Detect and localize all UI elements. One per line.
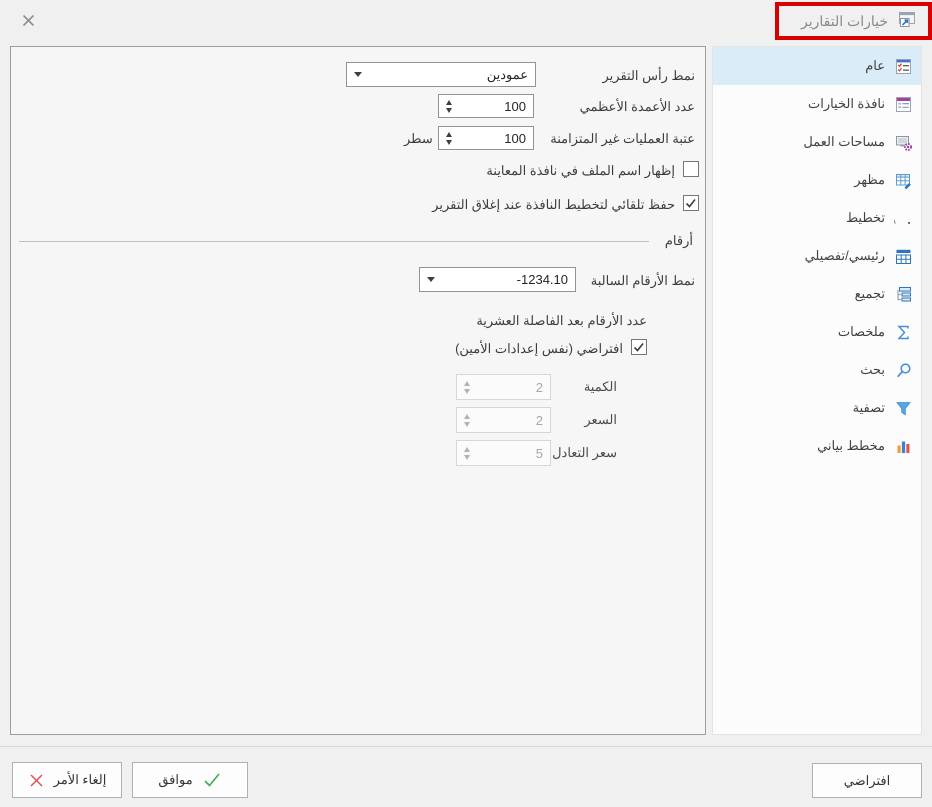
sidebar-item-summaries[interactable]: ملخصات	[713, 313, 921, 351]
numbers-group-line	[19, 241, 649, 242]
async-threshold-suffix: سطر	[404, 131, 433, 147]
report-header-style-value: عمودين	[369, 67, 535, 83]
annotation-highlight: خيارات التقارير	[775, 2, 932, 40]
grouping-icon	[893, 284, 913, 304]
negative-style-combobox[interactable]: -1234.10	[419, 267, 576, 292]
autosave-layout-checkbox[interactable]	[683, 195, 699, 211]
price-label: السعر	[584, 412, 617, 428]
max-columns-spinner[interactable]: 100	[438, 94, 534, 118]
ok-button[interactable]: موافق	[132, 762, 248, 798]
close-button[interactable]	[16, 8, 40, 32]
spinner-arrows-icon	[457, 414, 477, 427]
general-icon	[893, 56, 913, 76]
chart-icon	[893, 436, 913, 456]
quantity-label: الكمية	[584, 379, 617, 395]
breakeven-price-spinner: 5	[456, 440, 551, 466]
breakeven-price-value: 5	[477, 446, 550, 461]
sidebar-item-label: رئيسي/تفصيلي	[805, 248, 885, 264]
filter-icon	[893, 398, 913, 418]
negative-style-label: نمط الأرقام السالبة	[591, 273, 695, 289]
sidebar-item-label: ملخصات	[838, 324, 885, 340]
checkmark-icon	[633, 341, 645, 353]
svg-text:A: A	[894, 210, 897, 226]
quantity-spinner: 2	[456, 374, 551, 400]
chevron-down-icon[interactable]	[347, 72, 369, 77]
show-filename-label[interactable]: إظهار اسم الملف في نافذة المعاينة	[486, 163, 675, 179]
max-columns-value[interactable]: 100	[459, 99, 533, 114]
chevron-down-icon[interactable]	[420, 277, 442, 282]
general-options-panel: نمط رأس التقرير عمودين عدد الأعمدة الأعظ…	[10, 46, 706, 735]
category-sidebar: عام نافذة الخيارات	[712, 46, 922, 735]
report-options-icon	[896, 8, 918, 35]
cancel-button[interactable]: إلغاء الأمر	[12, 762, 122, 798]
default-button-label: افتراضي	[844, 773, 890, 789]
report-header-style-combobox[interactable]: عمودين	[346, 62, 536, 87]
report-options-dialog: خيارات التقارير عام	[0, 0, 932, 807]
master-detail-icon	[893, 246, 913, 266]
cancel-x-icon	[28, 772, 45, 789]
negative-style-value: -1234.10	[442, 272, 575, 287]
summaries-icon	[893, 322, 913, 342]
sidebar-item-label: مساحات العمل	[803, 134, 885, 150]
spinner-arrows-icon[interactable]	[439, 100, 459, 113]
appearance-icon	[893, 170, 913, 190]
decimals-label: عدد الأرقام بعد الفاصلة العشرية	[476, 313, 647, 329]
sidebar-item-search[interactable]: بحث	[713, 351, 921, 389]
max-columns-label: عدد الأعمدة الأعظمي	[580, 99, 695, 115]
checkmark-icon	[685, 197, 697, 209]
sidebar-item-master-detail[interactable]: رئيسي/تفصيلي	[713, 237, 921, 275]
page-title: خيارات التقارير	[801, 13, 888, 30]
sidebar-item-workspaces[interactable]: مساحات العمل	[713, 123, 921, 161]
ok-check-icon	[202, 771, 222, 789]
ok-button-label: موافق	[158, 772, 192, 788]
footer-divider	[0, 746, 932, 747]
cancel-button-label: إلغاء الأمر	[54, 772, 107, 788]
spinner-arrows-icon	[457, 447, 477, 460]
sidebar-item-label: عام	[865, 58, 885, 74]
options-window-icon	[893, 94, 913, 114]
sidebar-item-appearance[interactable]: مظهر	[713, 161, 921, 199]
default-decimals-checkbox[interactable]	[631, 339, 647, 355]
price-value: 2	[477, 413, 550, 428]
layout-icon: A	[893, 208, 913, 228]
show-filename-checkbox[interactable]	[683, 161, 699, 177]
async-threshold-value[interactable]: 100	[459, 131, 533, 146]
spinner-arrows-icon	[457, 381, 477, 394]
sidebar-item-layout[interactable]: A تخطيط	[713, 199, 921, 237]
sidebar-item-grouping[interactable]: تجميع	[713, 275, 921, 313]
breakeven-price-label: سعر التعادل	[552, 445, 617, 461]
price-spinner: 2	[456, 407, 551, 433]
autosave-layout-label[interactable]: حفظ تلقائي لتخطيط النافذة عند إغلاق التق…	[432, 197, 675, 213]
default-button[interactable]: افتراضي	[812, 763, 922, 798]
sidebar-item-label: مظهر	[854, 172, 885, 188]
async-threshold-label: عتبة العمليات غير المتزامنة	[550, 131, 695, 147]
sidebar-item-label: نافذة الخيارات	[808, 96, 885, 112]
close-icon	[21, 13, 36, 28]
sidebar-item-general[interactable]: عام	[713, 47, 921, 85]
sidebar-item-label: بحث	[860, 362, 885, 378]
sidebar-item-filter[interactable]: تصفية	[713, 389, 921, 427]
report-header-style-label: نمط رأس التقرير	[603, 68, 696, 84]
workspaces-icon	[893, 132, 913, 152]
sidebar-item-chart[interactable]: مخطط بياني	[713, 427, 921, 465]
numbers-group-caption: أرقام	[665, 233, 693, 249]
sidebar-item-options-window[interactable]: نافذة الخيارات	[713, 85, 921, 123]
quantity-value: 2	[477, 380, 550, 395]
sidebar-item-label: تجميع	[855, 286, 885, 302]
sidebar-item-label: مخطط بياني	[817, 438, 885, 454]
spinner-arrows-icon[interactable]	[439, 132, 459, 145]
sidebar-item-label: تصفية	[853, 400, 885, 416]
async-threshold-spinner[interactable]: 100	[438, 126, 534, 150]
sidebar-item-label: تخطيط	[846, 210, 885, 226]
search-icon	[893, 360, 913, 380]
default-decimals-label[interactable]: افتراضي (نفس إعدادات الأمين)	[455, 341, 623, 357]
